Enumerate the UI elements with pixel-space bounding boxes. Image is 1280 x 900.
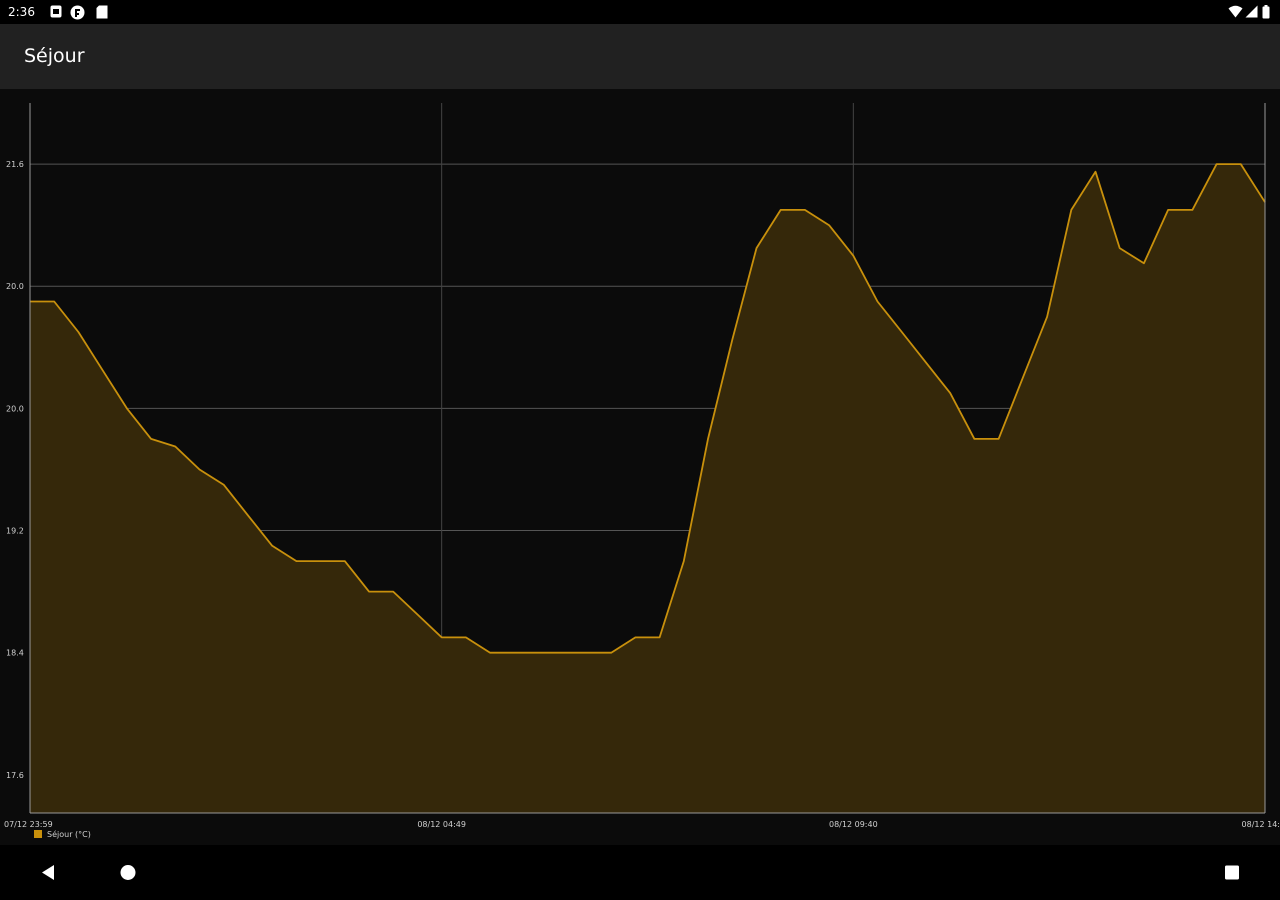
signal-icon xyxy=(1245,5,1258,18)
x-tick-label-1: 08/12 04:49 xyxy=(417,820,466,829)
y-tick-label-2: 19.2 xyxy=(6,527,24,536)
app-title: Séjour xyxy=(24,45,85,67)
back-icon[interactable] xyxy=(28,845,68,900)
app-bar: Séjour xyxy=(0,24,1280,89)
x-tick-label-2: 08/12 09:40 xyxy=(829,820,878,829)
app-circle-icon xyxy=(70,5,85,20)
y-tick-label-1: 18.4 xyxy=(6,649,24,658)
legend-label: Séjour (°C) xyxy=(47,829,91,839)
home-icon[interactable] xyxy=(108,845,148,900)
legend-swatch xyxy=(34,830,42,838)
chart-area[interactable]: 17.6 18.4 19.2 20.0 20.0 21.6 07/12 23:59 08/12… xyxy=(0,89,1280,845)
x-tick-label-0: 07/12 23:59 xyxy=(4,820,53,829)
y-tick-label-3: 20.0 xyxy=(6,404,24,413)
x-tick-label-3: 08/12 14: xyxy=(1242,820,1280,829)
battery-icon xyxy=(1262,5,1270,19)
status-bar: 2:36 xyxy=(0,0,1280,24)
sd-card-icon xyxy=(96,5,108,19)
series-area xyxy=(30,164,1265,814)
notification-square-icon xyxy=(50,5,62,18)
y-tick-label-0: 17.6 xyxy=(6,771,24,780)
nav-bar xyxy=(0,845,1280,900)
status-time: 2:36 xyxy=(8,5,35,19)
y-tick-label-4: 20.0 xyxy=(6,282,24,291)
y-tick-label-5: 21.6 xyxy=(6,160,24,169)
wifi-icon xyxy=(1228,5,1243,18)
temperature-chart[interactable]: 17.6 18.4 19.2 20.0 20.0 21.6 07/12 23:59 08/12… xyxy=(0,89,1280,845)
recents-icon[interactable] xyxy=(1212,845,1252,900)
